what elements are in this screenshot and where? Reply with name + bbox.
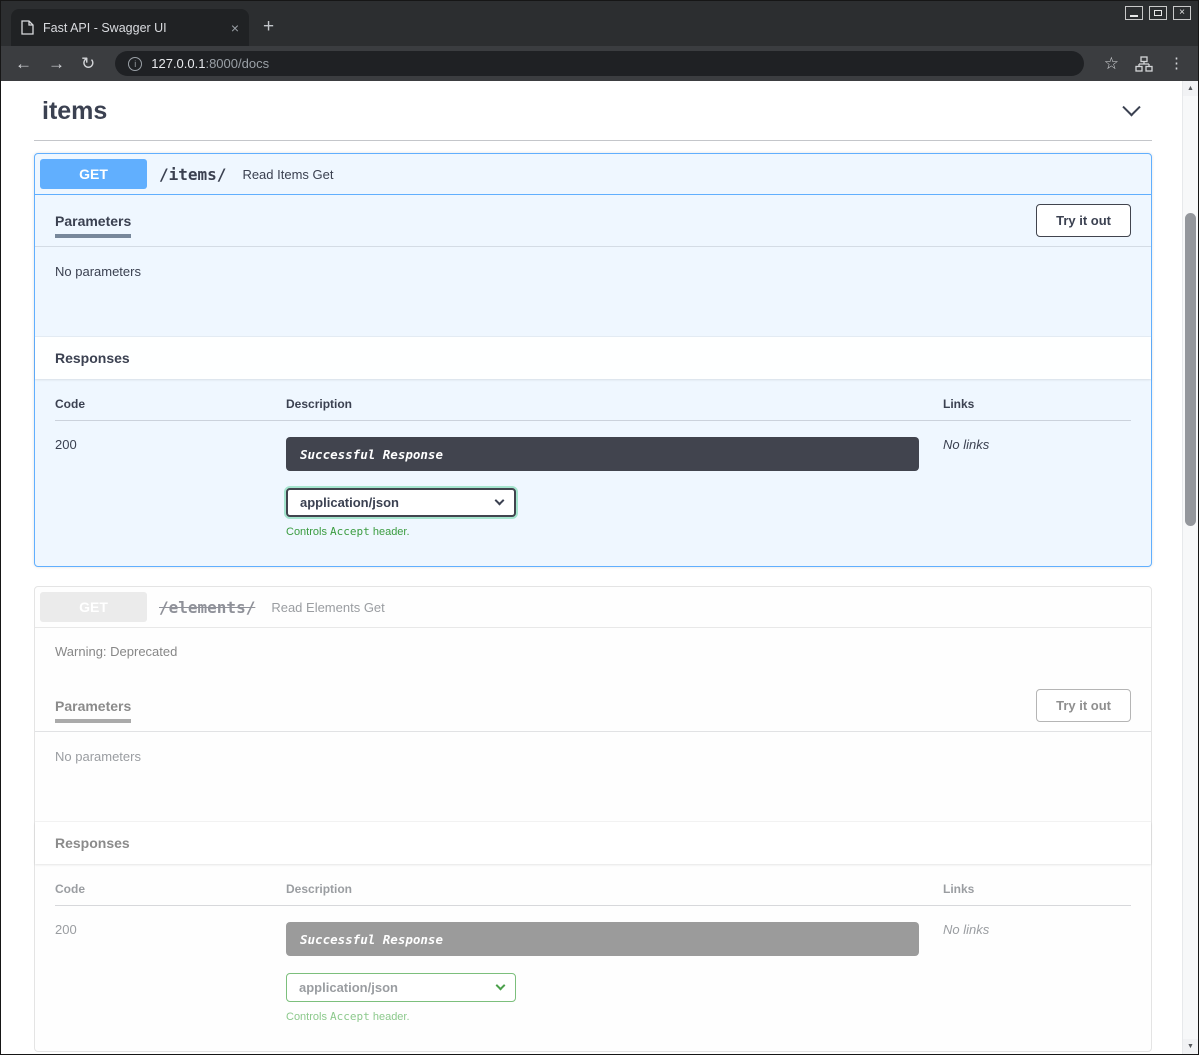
links-column-header: Links xyxy=(943,397,1131,421)
controls-accept-note: Controls Accept header. xyxy=(286,525,943,538)
method-badge: GET xyxy=(40,592,147,622)
new-tab-button[interactable]: + xyxy=(263,16,274,38)
chevron-down-icon xyxy=(495,496,505,506)
operation-description: Read Elements Get xyxy=(271,600,384,615)
response-description: Successful Response xyxy=(286,922,919,956)
operation-summary[interactable]: GET /items/ Read Items Get xyxy=(35,154,1151,195)
url-host: 127.0.0.1 xyxy=(151,56,205,71)
url-path: :8000/docs xyxy=(205,56,269,71)
scrollbar[interactable]: ▲ ▼ xyxy=(1182,81,1198,1054)
response-description-cell: Successful Response application/json Con… xyxy=(286,906,943,1023)
minimize-button[interactable] xyxy=(1125,6,1143,20)
parameters-tab[interactable]: Parameters xyxy=(55,213,131,229)
try-it-out-button[interactable]: Try it out xyxy=(1036,689,1131,722)
response-code: 200 xyxy=(55,906,286,1023)
back-button[interactable]: ← xyxy=(15,55,32,72)
responses-title: Responses xyxy=(35,822,1151,864)
controls-accept-note: Controls Accept header. xyxy=(286,1010,943,1023)
media-type-value: application/json xyxy=(300,495,399,510)
media-type-select[interactable]: application/json xyxy=(286,488,516,517)
browser-window: Fast API - Swagger UI × + × ← → ↻ i 127.… xyxy=(0,0,1199,1055)
browser-tab[interactable]: Fast API - Swagger UI × xyxy=(11,9,249,46)
swagger-ui-content: items GET /items/ Read Items Get Paramet… xyxy=(1,81,1182,1054)
media-type-value: application/json xyxy=(299,980,398,995)
no-parameters-text: No parameters xyxy=(55,749,141,764)
parameters-body: No parameters xyxy=(35,247,1151,337)
media-type-select[interactable]: application/json xyxy=(286,973,516,1002)
parameters-header-row: Parameters Try it out xyxy=(35,195,1151,247)
section-title: items xyxy=(42,97,107,126)
opblock-get-items: GET /items/ Read Items Get Parameters Tr… xyxy=(34,153,1152,567)
tab-close-icon[interactable]: × xyxy=(231,20,239,36)
site-info-icon[interactable]: i xyxy=(128,57,142,71)
url-text: 127.0.0.1:8000/docs xyxy=(151,56,269,71)
opblock-get-elements-deprecated: GET /elements/ Read Elements Get Warning… xyxy=(34,586,1152,1052)
maximize-glyph xyxy=(1154,10,1162,16)
address-bar[interactable]: i 127.0.0.1:8000/docs xyxy=(115,51,1084,76)
tab-title: Fast API - Swagger UI xyxy=(43,21,222,35)
operation-path: /items/ xyxy=(159,165,226,184)
reload-button[interactable]: ↻ xyxy=(81,55,95,72)
response-description-cell: Successful Response application/json Con… xyxy=(286,421,943,538)
bookmark-star-icon[interactable]: ☆ xyxy=(1104,55,1119,72)
operation-summary[interactable]: GET /elements/ Read Elements Get xyxy=(35,587,1151,628)
operation-path: /elements/ xyxy=(159,598,255,617)
try-it-out-button[interactable]: Try it out xyxy=(1036,204,1131,237)
parameters-header-row: Parameters Try it out xyxy=(35,680,1151,732)
page-viewport: items GET /items/ Read Items Get Paramet… xyxy=(1,81,1198,1054)
chevron-down-icon[interactable] xyxy=(1122,98,1140,116)
sitemap-icon[interactable] xyxy=(1135,56,1153,72)
scroll-up-icon[interactable]: ▲ xyxy=(1183,81,1198,96)
scrollbar-thumb[interactable] xyxy=(1185,213,1196,526)
code-column-header: Code xyxy=(55,882,286,906)
close-button[interactable]: × xyxy=(1173,6,1191,20)
document-icon xyxy=(21,20,34,35)
scrollbar-track[interactable] xyxy=(1183,96,1198,1039)
minimize-glyph xyxy=(1130,15,1138,17)
deprecated-warning: Warning: Deprecated xyxy=(35,628,1151,680)
responses-table: Code Description Links 200 Successful Re… xyxy=(55,882,1131,1023)
maximize-button[interactable] xyxy=(1149,6,1167,20)
parameters-tab[interactable]: Parameters xyxy=(55,698,131,714)
method-badge: GET xyxy=(40,159,147,189)
scroll-down-icon[interactable]: ▼ xyxy=(1183,1039,1198,1054)
response-links: No links xyxy=(943,421,1131,538)
responses-body: Code Description Links 200 Successful Re… xyxy=(35,379,1151,566)
response-description: Successful Response xyxy=(286,437,919,471)
responses-body: Code Description Links 200 Successful Re… xyxy=(35,864,1151,1051)
navigation-bar: ← → ↻ i 127.0.0.1:8000/docs ☆ ⋮ xyxy=(1,46,1198,81)
responses-title: Responses xyxy=(35,337,1151,379)
chevron-down-icon xyxy=(496,981,506,991)
no-parameters-text: No parameters xyxy=(55,264,141,279)
parameters-body: No parameters xyxy=(35,732,1151,822)
code-column-header: Code xyxy=(55,397,286,421)
tab-bar: Fast API - Swagger UI × + × xyxy=(1,1,1198,46)
operation-description: Read Items Get xyxy=(242,167,333,182)
links-column-header: Links xyxy=(943,882,1131,906)
response-code: 200 xyxy=(55,421,286,538)
response-links: No links xyxy=(943,906,1131,1023)
window-controls: × xyxy=(1125,6,1191,20)
menu-icon[interactable]: ⋮ xyxy=(1169,56,1184,71)
responses-table: Code Description Links 200 Successful Re… xyxy=(55,397,1131,538)
forward-button[interactable]: → xyxy=(48,55,65,72)
description-column-header: Description xyxy=(286,397,943,421)
tag-section-header[interactable]: items xyxy=(34,89,1152,141)
description-column-header: Description xyxy=(286,882,943,906)
